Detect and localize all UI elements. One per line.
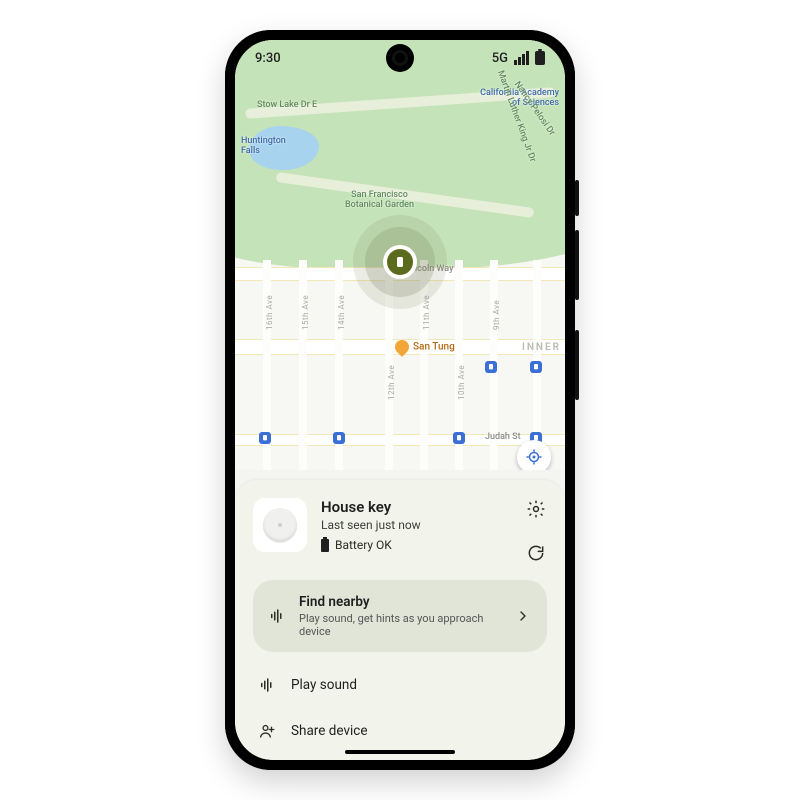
signal-icon	[514, 51, 529, 65]
gear-icon	[526, 499, 546, 519]
battery-icon	[535, 51, 545, 65]
device-sheet: House key Last seen just now Battery OK	[235, 480, 565, 760]
device-thumbnail[interactable]	[253, 498, 307, 552]
find-nearby-title: Find nearby	[299, 594, 503, 610]
find-nearby-button[interactable]: Find nearby Play sound, get hints as you…	[253, 580, 547, 652]
map-ave-label: 15th Ave	[301, 295, 310, 330]
road-v	[299, 260, 307, 470]
person-add-icon	[258, 722, 276, 740]
front-camera	[392, 50, 408, 66]
find-nearby-subtitle: Play sound, get hints as you approach de…	[299, 612, 503, 638]
transit-stop-icon	[530, 361, 542, 373]
map-label-judah: Judah St	[485, 432, 521, 442]
refresh-button[interactable]	[525, 542, 547, 564]
transit-stop-icon	[453, 432, 465, 444]
map-label-stow-lake: Stow Lake Dr E	[257, 100, 317, 110]
map-ave-label: 11th Ave	[422, 295, 431, 330]
map-ave-label: 12th Ave	[387, 365, 396, 400]
device-location-marker[interactable]	[387, 249, 413, 275]
play-sound-label: Play sound	[291, 677, 357, 693]
recenter-button[interactable]	[517, 440, 551, 470]
device-name: House key	[321, 498, 511, 516]
play-sound-button[interactable]: Play sound	[253, 662, 547, 708]
map-area-inner: INNER	[522, 342, 561, 353]
map-ave-label: 14th Ave	[337, 295, 346, 330]
poi-san-tung[interactable]: San Tung	[395, 340, 455, 354]
map-view[interactable]: Stow Lake Dr E Huntington Falls San Fran…	[235, 40, 565, 470]
volume-down-button[interactable]	[575, 330, 579, 400]
crosshair-icon	[525, 448, 543, 466]
share-device-button[interactable]: Share device	[253, 708, 547, 754]
chevron-right-icon	[515, 608, 531, 624]
sound-waves-icon	[258, 676, 276, 694]
map-ave-label: 16th Ave	[265, 295, 274, 330]
map-ave-label: 10th Ave	[457, 365, 466, 400]
power-button[interactable]	[575, 180, 579, 216]
map-ave-label: 9th Ave	[492, 300, 501, 330]
transit-stop-icon	[485, 361, 497, 373]
action-list: Play sound Share device	[253, 662, 547, 754]
map-label-huntington: Huntington Falls	[241, 136, 286, 156]
refresh-icon	[526, 543, 546, 563]
tracker-tag-icon	[263, 508, 297, 542]
status-time: 9:30	[255, 51, 281, 66]
volume-up-button[interactable]	[575, 230, 579, 300]
device-battery: Battery OK	[335, 538, 392, 552]
screen: 9:30 5G	[235, 40, 565, 760]
sound-waves-icon	[268, 607, 286, 625]
restaurant-pin-icon	[392, 337, 412, 357]
device-last-seen: Last seen just now	[321, 518, 511, 532]
transit-stop-icon	[259, 432, 271, 444]
road-v	[420, 260, 428, 470]
phone-icon	[394, 254, 406, 270]
home-indicator[interactable]	[345, 750, 455, 754]
map-label-botanical: San Francisco Botanical Garden	[345, 190, 414, 210]
settings-button[interactable]	[525, 498, 547, 520]
share-device-label: Share device	[291, 723, 368, 739]
battery-icon	[321, 539, 329, 552]
poi-label: San Tung	[413, 342, 455, 353]
phone-frame: 9:30 5G	[225, 30, 575, 770]
transit-stop-icon	[333, 432, 345, 444]
device-header: House key Last seen just now Battery OK	[253, 498, 547, 564]
status-network: 5G	[492, 51, 508, 66]
